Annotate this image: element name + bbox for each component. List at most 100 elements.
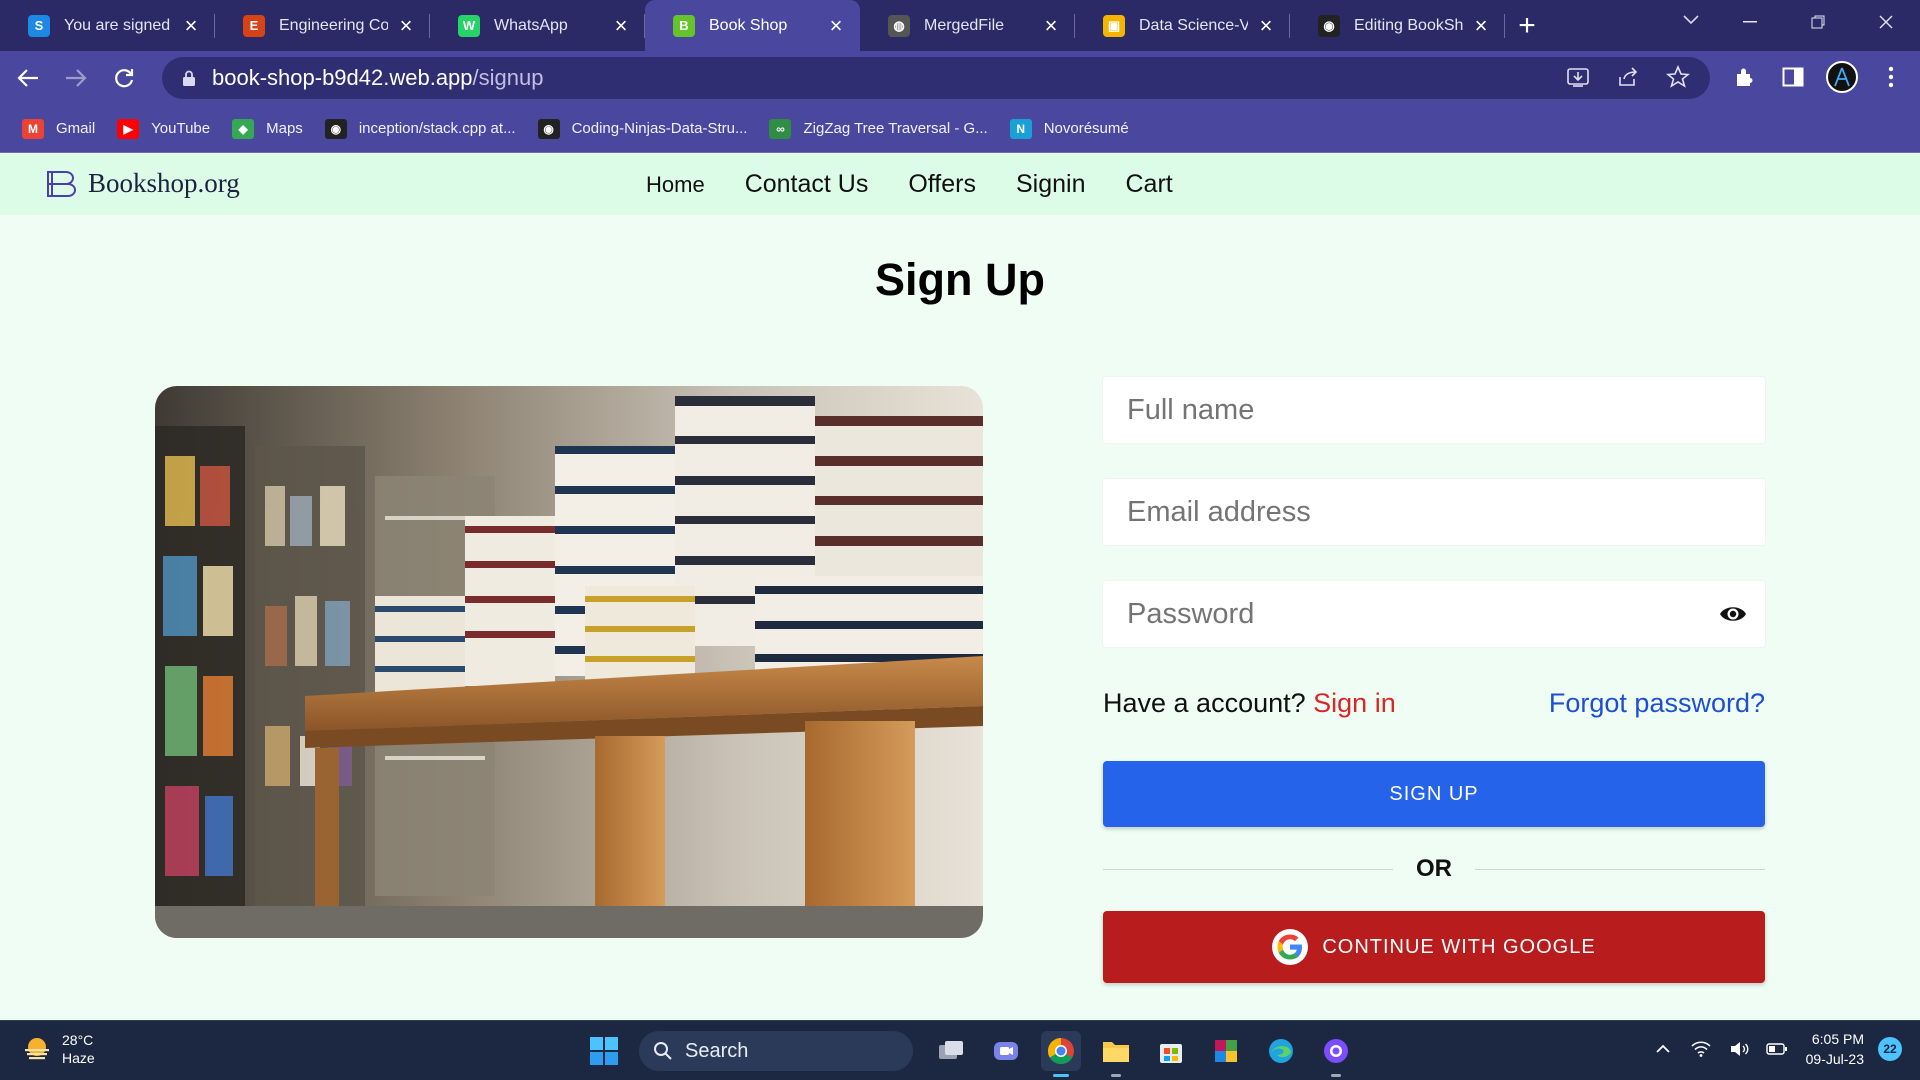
password-input[interactable] (1127, 581, 1765, 647)
chevron-up-icon[interactable] (1652, 1038, 1674, 1060)
weather-desc: Haze (62, 1050, 95, 1066)
back-icon[interactable] (8, 58, 48, 98)
nav-signin[interactable]: Signin (1016, 170, 1086, 199)
github-icon: ◉ (324, 118, 347, 139)
whatsapp-icon: W (458, 14, 480, 37)
volume-icon[interactable] (1728, 1038, 1750, 1060)
more-menu-icon[interactable] (1876, 62, 1906, 92)
microsoft-store-icon[interactable] (1151, 1031, 1191, 1071)
file-explorer-icon[interactable] (1096, 1031, 1136, 1077)
reload-icon[interactable] (104, 58, 144, 98)
bookmark-item[interactable]: N Novorésumé (1009, 118, 1129, 139)
bookmark-star-icon[interactable] (1665, 64, 1692, 91)
site-logo[interactable]: Bookshop.org (46, 168, 240, 199)
tab-title: You are signed in (64, 16, 173, 34)
browser-tab[interactable]: ◉ Editing BookShop × (1290, 0, 1505, 51)
browser-tab[interactable]: E Engineering Colle × (215, 0, 430, 51)
battery-icon[interactable] (1765, 1038, 1788, 1060)
github-icon: ◉ (537, 118, 560, 139)
address-bar[interactable]: book-shop-b9d42.web.app/signup (162, 57, 1710, 99)
signin-link[interactable]: Sign in (1313, 688, 1396, 718)
tab-list: S You are signed in × E Engineering Colle × WW… (0, 0, 1505, 51)
share-icon[interactable] (1616, 65, 1642, 91)
chrome-taskbar-icon[interactable] (1041, 1031, 1081, 1077)
github-desktop-icon[interactable] (1316, 1031, 1356, 1077)
bookmark-label: ZigZag Tree Traversal - G... (803, 120, 988, 137)
bookmark-item[interactable]: M Gmail (22, 118, 95, 139)
nav-cart[interactable]: Cart (1125, 170, 1172, 199)
site-navbar: Bookshop.org Home Contact Us Offers Sign… (0, 154, 1920, 215)
bookmark-item[interactable]: ▶ YouTube (117, 118, 211, 139)
teams-chat-icon[interactable] (986, 1031, 1026, 1071)
restore-icon[interactable] (1784, 0, 1852, 44)
tab-title: Book Shop (709, 16, 788, 34)
bookmark-item[interactable]: ∞ ZigZag Tree Traversal - G... (769, 118, 988, 139)
taskbar-search[interactable]: Search (639, 1031, 913, 1071)
nav-offers[interactable]: Offers (908, 170, 976, 199)
browser-tab[interactable]: ▣ Data Science-V Se × (1075, 0, 1290, 51)
signup-button[interactable]: SIGN UP (1103, 761, 1765, 827)
notification-badge[interactable]: 22 (1878, 1037, 1902, 1061)
nav-contact-us[interactable]: Contact Us (745, 170, 869, 199)
task-view-icon[interactable] (931, 1031, 971, 1071)
extensions-icon[interactable] (1730, 62, 1760, 92)
close-tab-icon[interactable]: × (611, 14, 631, 36)
show-password-eye-icon[interactable] (1719, 602, 1747, 626)
page-title: Sign Up (875, 254, 1045, 305)
bookmark-item[interactable]: ◉ inception/stack.cpp at... (324, 118, 516, 139)
tab-strip: S You are signed in × E Engineering Colle × WW… (0, 0, 1920, 51)
minimize-icon[interactable] (1716, 0, 1784, 44)
bookstore-hero-image (155, 386, 983, 938)
close-tab-icon[interactable]: × (1256, 14, 1276, 36)
google-signin-button[interactable]: CONTINUE WITH GOOGLE (1103, 911, 1765, 983)
email-input[interactable] (1127, 479, 1765, 545)
edge-icon[interactable] (1261, 1031, 1301, 1071)
forgot-password-link[interactable]: Forgot password? (1549, 688, 1765, 719)
browser-tab[interactable]: ◍ MergedFile × (860, 0, 1075, 51)
taskbar-search-label: Search (685, 1039, 749, 1062)
clock[interactable]: 6:05 PM 09-Jul-23 (1806, 1029, 1864, 1069)
browser-tab[interactable]: B Book Shop × (645, 0, 860, 51)
url-text: book-shop-b9d42.web.app/signup (212, 65, 544, 90)
or-divider: OR (1103, 855, 1765, 885)
bookmark-label: YouTube (151, 120, 211, 137)
weather-widget[interactable]: 28°C Haze (22, 1031, 95, 1067)
google-button-label: CONTINUE WITH GOOGLE (1322, 935, 1596, 958)
tab-title: MergedFile (924, 16, 1005, 34)
profile-avatar[interactable] (1826, 61, 1858, 93)
wifi-icon[interactable] (1690, 1038, 1712, 1060)
fullname-input[interactable] (1127, 377, 1765, 443)
search-icon (654, 1042, 672, 1060)
youtube-icon: ▶ (117, 118, 140, 139)
close-tab-icon[interactable]: × (181, 14, 201, 36)
college-logo-icon: E (243, 14, 265, 37)
browser-tab[interactable]: S You are signed in × (0, 0, 215, 51)
browser-tab[interactable]: W WhatsApp × (430, 0, 645, 51)
haze-sun-icon (25, 1038, 49, 1060)
forward-icon[interactable] (56, 58, 96, 98)
s-logo-icon: S (28, 14, 50, 37)
nav-home[interactable]: Home (646, 172, 705, 199)
start-windows-icon[interactable] (584, 1031, 624, 1071)
install-app-icon[interactable] (1566, 65, 1592, 91)
close-window-icon[interactable] (1852, 0, 1920, 44)
winrar-icon[interactable] (1206, 1031, 1246, 1071)
main-nav: Home Contact Us Offers Signin Cart (646, 170, 1213, 199)
bookmark-label: Maps (266, 120, 303, 137)
tab-search-icon[interactable] (1682, 10, 1700, 31)
tab-title: Editing BookShop (1354, 16, 1463, 34)
close-tab-icon[interactable]: × (396, 14, 416, 36)
globe-icon: ◍ (888, 14, 910, 37)
browser-toolbar: book-shop-b9d42.web.app/signup (0, 51, 1920, 105)
new-tab-button[interactable]: + (1505, 0, 1549, 51)
book-shop-favicon: B (673, 14, 695, 37)
bookmark-item[interactable]: ◆ Maps (232, 118, 303, 139)
close-tab-icon[interactable]: × (1471, 14, 1491, 36)
close-tab-icon[interactable]: × (826, 14, 846, 36)
bookmark-label: inception/stack.cpp at... (358, 120, 516, 137)
gfg-icon: ∞ (769, 118, 792, 139)
clock-date: 09-Jul-23 (1805, 1051, 1864, 1067)
side-panel-icon[interactable] (1778, 62, 1808, 92)
bookmark-item[interactable]: ◉ Coding-Ninjas-Data-Stru... (537, 118, 747, 139)
close-tab-icon[interactable]: × (1041, 14, 1061, 36)
